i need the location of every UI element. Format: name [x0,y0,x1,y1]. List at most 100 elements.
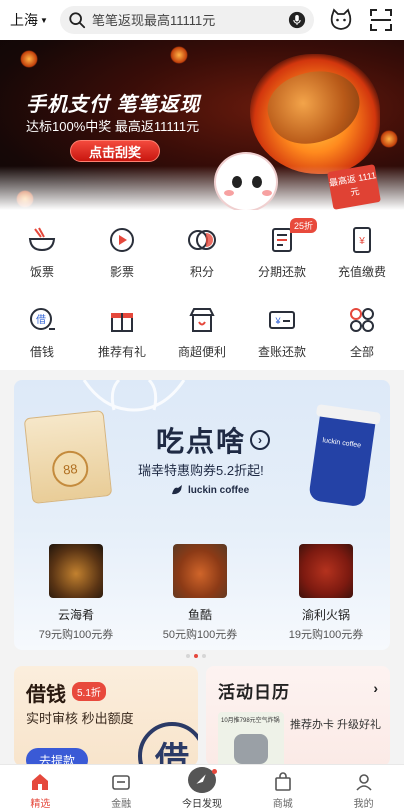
service-loan[interactable]: 借 借钱 [2,290,82,360]
all-apps-icon [346,304,378,335]
coupon-list: 云海肴 79元购100元券 鱼酷 50元购100元券 渝利火锅 19元购100元… [14,544,390,642]
service-label: 饭票 [29,265,54,279]
tab-finance[interactable]: 金融 [81,765,162,810]
city-label: 上海 [10,12,38,28]
activity-card-title: 活动日历 [218,683,290,702]
cat-mascot-image [214,152,278,210]
top-bar: 上海 ▼ [0,0,404,40]
services-grid: 饭票 影票 积分 25折 分期还款 ¥ 充值缴费 借 借钱 推荐有礼 商超便利 … [0,210,404,370]
meteor-icon [20,50,38,68]
tab-mall[interactable]: 商城 [242,765,323,810]
points-icon [186,224,218,255]
service-movie[interactable]: 影票 [82,210,162,280]
caret-down-icon: ▼ [40,15,48,25]
coupon-item-price: 79元购100元券 [38,629,114,641]
service-fanpiao[interactable]: 饭票 [2,210,82,280]
food-image [299,544,353,598]
svg-text:¥: ¥ [274,316,281,326]
tab-label: 精选 [30,799,51,810]
service-bill[interactable]: ¥ 查账还款 [242,290,322,360]
banner-title: 手机支付 笔笔返现 [26,94,201,116]
service-label: 推荐有礼 [97,345,146,359]
app-root: 上海 ▼ 笔笔返现最高11111元 手机支付 笔笔返现 达标100%中奖 最高返… [0,0,404,810]
tab-mine[interactable]: 我的 [323,765,404,810]
scratch-button[interactable]: 点击刮奖 [70,140,160,162]
service-label: 借钱 [29,345,54,359]
service-label: 分期还款 [257,265,306,279]
loan-card-subtitle: 实时审核 秒出额度 [26,711,134,726]
coffee-cup-image: luckin coffee [308,404,381,508]
promo-title: 吃点啥 [156,426,247,457]
luckin-promo-card[interactable]: 88 吃点啥 › 瑞幸特惠购券5.2折起! luckin coffee luck… [14,380,390,650]
coupon-item[interactable]: 云海肴 79元购100元券 [16,544,136,642]
coupon-envelope-image: 88 [23,410,113,504]
food-image [49,544,103,598]
tab-label: 金融 [111,799,132,810]
coupon-item-name: 鱼酷 [187,608,212,622]
play-icon [106,224,138,255]
phone-recharge-icon: ¥ [346,224,378,255]
notification-dot [211,769,217,774]
service-label: 查账还款 [257,345,306,359]
tab-label: 我的 [353,799,374,810]
service-installment[interactable]: 25折 分期还款 [242,210,322,280]
coupon-item-name: 云海肴 [57,608,94,622]
banner-subtitle: 达标100%中奖 最高返11111元 [26,119,200,134]
loan-card[interactable]: 借钱 5.1折 实时审核 秒出额度 借 去提款 [14,666,198,766]
svg-text:¥: ¥ [358,236,365,247]
scan-icon[interactable] [368,7,394,33]
cup-text: luckin coffee [322,437,362,450]
coupon-item-name: 渝利火锅 [301,608,350,622]
service-store[interactable]: 商超便利 [162,290,242,360]
service-points[interactable]: 积分 [162,210,242,280]
tab-discover[interactable]: 今日发现 [162,765,243,810]
meteor-icon [380,130,398,148]
air-fryer-image: 10月推798元空气炸锅 [218,712,284,766]
loan-card-title: 借钱 [26,684,66,706]
service-label: 积分 [189,265,214,279]
svg-text:借: 借 [36,314,46,326]
food-image [173,544,227,598]
coupon-value: 88 [50,449,91,489]
service-referral[interactable]: 推荐有礼 [82,290,162,360]
shopping-bag-icon [274,772,291,791]
city-selector[interactable]: 上海 ▼ [10,10,56,30]
service-recharge[interactable]: ¥ 充值缴费 [322,210,402,280]
deer-icon [172,485,182,495]
service-label: 充值缴费 [337,265,386,279]
wallet-icon [112,775,130,790]
coupon-item[interactable]: 渝利火锅 19元购100元券 [266,544,386,642]
chevron-right-icon[interactable]: › [373,680,378,696]
cat-mascot-icon[interactable] [328,7,354,33]
tab-label: 今日发现 [181,799,222,810]
store-icon [186,304,218,335]
carousel-dots [186,654,206,658]
tab-label: 商城 [272,799,293,810]
coupon-item[interactable]: 鱼酷 50元购100元券 [140,544,260,642]
user-icon [355,774,372,791]
home-icon [32,774,49,790]
tab-featured[interactable]: 精选 [0,765,81,810]
search-input[interactable] [92,12,288,28]
loan-discount-badge: 5.1折 [72,682,106,701]
gift-icon [106,304,138,335]
arrow-right-icon[interactable]: › [250,430,270,450]
activity-card-subtitle: 推荐办卡 升级好礼 [290,719,382,731]
thumb-caption: 10月推798元空气炸锅 [221,718,280,724]
microphone-icon[interactable] [288,11,306,29]
service-label: 商超便利 [177,345,226,359]
service-all[interactable]: 全部 [322,290,402,360]
meteor-icon [170,46,188,64]
bottom-tab-bar: 精选 金融 今日发现 商城 我的 [0,764,404,810]
bowl-icon [26,224,58,255]
activity-calendar-card[interactable]: 活动日历 › 10月推798元空气炸锅 推荐办卡 升级好礼 [206,666,390,766]
search-icon [69,12,86,29]
service-label: 全部 [349,345,374,359]
search-box[interactable] [60,6,314,34]
promo-banner[interactable]: 手机支付 笔笔返现 达标100%中奖 最高返11111元 点击刮奖 最高返 11… [0,40,404,210]
coupon-item-price: 19元购100元券 [288,629,364,641]
luckin-logo: luckin coffee [170,484,249,496]
promo-subtitle: 瑞幸特惠购券5.2折起! [138,463,264,478]
service-label: 影票 [109,265,134,279]
bill-icon: ¥ [266,304,298,335]
